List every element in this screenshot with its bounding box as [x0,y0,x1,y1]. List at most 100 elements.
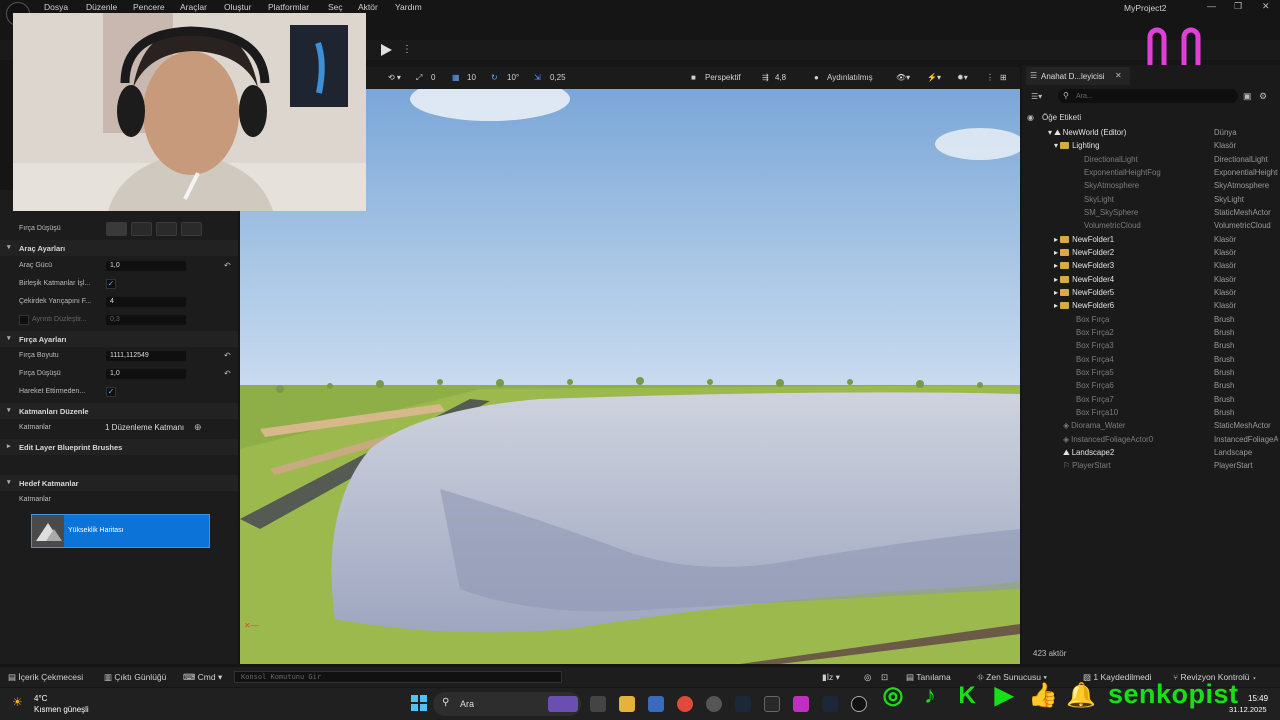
reset-icon[interactable]: ↶ [224,369,231,378]
outliner-row[interactable]: Box Fırça6 Brush [1024,380,1280,393]
record-icon[interactable]: ◎ [864,672,871,683]
windows-start-icon[interactable] [411,695,427,711]
scale-snap-icon[interactable]: ⇲ [534,73,541,82]
outliner-row[interactable]: Box Fırça5 Brush [1024,367,1280,380]
store-icon[interactable] [648,696,664,712]
close-icon[interactable]: ✕ [1262,1,1270,12]
falloff-tip-button[interactable] [181,222,202,236]
grid-snap-icon[interactable]: ▦ [452,73,460,82]
angle-snap-icon[interactable]: ↻ [491,73,498,82]
viewport-layout-icon[interactable]: ⊞ [1000,73,1007,82]
outliner-row[interactable]: ▾ ⛰ NewWorld (Editor) Dünya [1024,127,1280,140]
outliner-row[interactable]: ▸ NewFolder5 Klasör [1024,287,1280,300]
chrome-icon[interactable] [677,696,693,712]
outliner-row[interactable]: ▾ Lighting Klasör [1024,140,1280,153]
edit-layers-value[interactable]: 1 Düzenleme Katmanı [105,423,184,432]
outliner-row[interactable]: Box Fırça3 Brush [1024,340,1280,353]
output-log-button[interactable]: ▥ Çıktı Günlüğü [104,672,166,683]
use-clay-checkbox[interactable]: ✓ [106,387,116,397]
lighting-mode-button[interactable]: Aydınlatılmış [827,73,873,82]
show-flags-icon[interactable]: 👁▾ [896,73,910,82]
target-layers-header[interactable]: ▾ Hedef Katmanlar [0,475,238,491]
detail-smooth-checkbox[interactable] [19,315,29,325]
filter-icon[interactable]: ☰▾ [1031,92,1042,101]
outliner-row[interactable]: ◈ InstancedFoliageActor0 InstancedFoliage… [1024,434,1280,447]
viewport-menu-icon[interactable]: ⋮ [986,73,994,82]
menu-edit[interactable]: Düzenle [86,2,117,12]
view-mode-button[interactable]: Perspektif [705,73,741,82]
kernel-radius-field[interactable]: 4 [106,297,186,307]
outliner-row[interactable]: ▸ NewFolder1 Klasör [1024,234,1280,247]
menu-platforms[interactable]: Platformlar [268,2,309,12]
tool-settings-header[interactable]: ▾ Araç Ayarları [0,240,238,256]
file-explorer-icon[interactable] [619,696,635,712]
transform-mode-icon[interactable]: ⟲ ▾ [388,73,401,82]
more-options-icon[interactable]: ⋮ [402,44,412,55]
outliner-row[interactable]: SM_SkySphere StaticMeshActor [1024,207,1280,220]
outliner-row[interactable]: SkyAtmosphere SkyAtmosphere [1024,180,1280,193]
menu-tools[interactable]: Araçlar [180,2,207,12]
outliner-row[interactable]: ▸ NewFolder6 Klasör [1024,300,1280,313]
outliner-row[interactable]: Box Fırça10 Brush [1024,407,1280,420]
edit-layers-header[interactable]: ▾ Katmanları Düzenle [0,403,238,419]
outliner-row[interactable]: Box Fırça Brush [1024,314,1280,327]
menu-file[interactable]: Dosya [44,2,68,12]
task-view-icon[interactable] [590,696,606,712]
viewport-settings-icon[interactable]: ✹▾ [957,73,968,82]
content-drawer-button[interactable]: ▤ İçerik Çekmecesi [8,672,83,683]
outliner-row[interactable]: Box Fırça7 Brush [1024,394,1280,407]
falloff-smooth-button[interactable] [106,222,127,236]
falloff-linear-button[interactable] [131,222,152,236]
brush-settings-header[interactable]: ▾ Fırça Ayarları [0,331,238,347]
maximize-icon[interactable]: ❐ [1234,1,1242,12]
falloff-spherical-button[interactable] [156,222,177,236]
grid-snap-value[interactable]: 10 [467,73,476,82]
outliner-row[interactable]: ▸ NewFolder3 Klasör [1024,260,1280,273]
combined-layers-checkbox[interactable]: ✓ [106,279,116,289]
trace-button[interactable]: ▮İz ▾ [822,672,840,683]
steam-icon[interactable] [735,696,751,712]
blueprint-brushes-header[interactable]: ▸ Edit Layer Blueprint Brushes [0,439,238,455]
outliner-row[interactable]: SkyLight SkyLight [1024,194,1280,207]
camera-speed-value[interactable]: 4,8 [775,73,786,82]
outliner-row[interactable]: ▸ NewFolder4 Klasör [1024,274,1280,287]
outliner-row[interactable]: DirectionalLight DirectionalLight [1024,154,1280,167]
realtime-icon[interactable]: ⚡▾ [927,73,941,82]
minimize-icon[interactable]: — [1207,1,1216,11]
epic-games-icon[interactable] [764,696,780,712]
github-icon[interactable] [706,696,722,712]
clock-time[interactable]: 15:49 [1248,694,1268,703]
tool-strength-field[interactable]: 1,0 [106,261,186,271]
menu-window[interactable]: Pencere [133,2,165,12]
item-label-column[interactable]: Öğe Etiketi [1042,113,1081,122]
outliner-row[interactable]: Box Fırça2 Brush [1024,327,1280,340]
scale-snap-value[interactable]: 0,25 [550,73,566,82]
outliner-row[interactable]: Box Fırça4 Brush [1024,354,1280,367]
add-layer-icon[interactable]: ⊕ [194,422,202,433]
close-tab-icon[interactable]: ✕ [1115,71,1122,80]
steam-icon[interactable] [822,696,838,712]
settings-gear-icon[interactable]: ⚙ [1259,91,1267,102]
add-folder-icon[interactable]: ▣ [1243,91,1252,102]
play-icon[interactable] [378,42,394,58]
clock-date[interactable]: 31.12.2025 [1229,705,1267,714]
brush-falloff-field[interactable]: 1,0 [106,369,186,379]
outliner-row[interactable]: ▸ NewFolder2 Klasör [1024,247,1280,260]
outliner-row[interactable]: ⚐ PlayerStart PlayerStart [1024,460,1280,473]
surface-snap-icon[interactable]: ⤢ [416,73,422,83]
weather-description[interactable]: Kısmen güneşli [34,705,89,714]
outliner-row[interactable]: ◈ Diorama_Water StaticMeshActor [1024,420,1280,433]
brush-size-field[interactable]: 1111,112549 [106,351,186,361]
outliner-row[interactable]: ⛰ Landscape2 Landscape [1024,447,1280,460]
reset-icon[interactable]: ↶ [224,351,231,360]
unreal-engine-icon[interactable] [851,696,867,712]
weather-temperature[interactable]: 4°C [34,694,47,703]
reset-icon[interactable]: ↶ [224,261,231,270]
menu-help[interactable]: Yardım [395,2,422,12]
outliner-row[interactable]: ExponentialHeightFogExponentialHeightFog [1024,167,1280,180]
cmd-dropdown[interactable]: ⌨ Cmd ▾ [183,672,222,683]
menu-select[interactable]: Seç [328,2,343,12]
console-command-input[interactable]: Konsol Komutunu Gir [234,671,562,683]
outliner-row[interactable]: VolumetricCloud VolumetricCloud [1024,220,1280,233]
detail-smooth-field[interactable]: 0,3 [106,315,186,325]
